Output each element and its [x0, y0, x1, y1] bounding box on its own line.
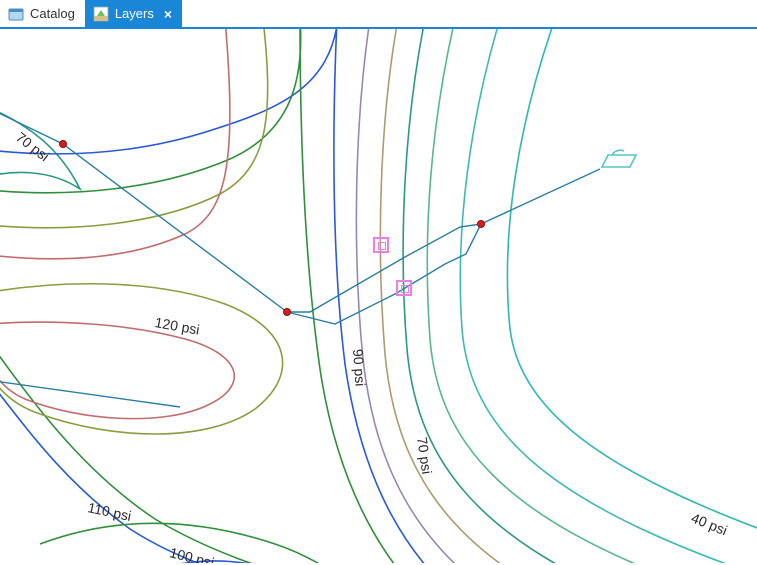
- contour-label: 90 psi: [350, 348, 369, 386]
- tab-layers[interactable]: Layers ×: [85, 0, 182, 27]
- map-svg: [0, 29, 757, 563]
- tab-label: Layers: [115, 6, 154, 21]
- contour-40: [507, 29, 757, 529]
- contour-60: [427, 29, 700, 563]
- pump-icon[interactable]: [396, 280, 412, 296]
- contour-90: [356, 29, 540, 563]
- tab-bar: Catalog Layers ×: [0, 0, 757, 29]
- contour-100-outer: [0, 29, 338, 154]
- contour-100-lower: [0, 369, 360, 563]
- layers-icon: [93, 6, 109, 22]
- map-canvas[interactable]: 70 psi 120 psi 90 psi 70 psi 110 psi 100…: [0, 29, 757, 563]
- pump-icon[interactable]: [373, 237, 389, 253]
- close-icon[interactable]: ×: [164, 7, 172, 21]
- tab-catalog[interactable]: Catalog: [0, 0, 85, 27]
- junction-node[interactable]: [477, 220, 485, 228]
- junction-node[interactable]: [283, 308, 291, 316]
- contour-100-bottom: [130, 561, 330, 563]
- tank-icon: [602, 150, 636, 167]
- contour-110-right: [300, 29, 460, 563]
- junction-node[interactable]: [59, 140, 67, 148]
- contour-110-outer: [0, 29, 301, 193]
- contour-50: [460, 29, 740, 563]
- tab-label: Catalog: [30, 6, 75, 21]
- catalog-icon: [8, 6, 24, 22]
- pipe-network: [0, 104, 600, 407]
- contour-110-lower: [0, 329, 380, 563]
